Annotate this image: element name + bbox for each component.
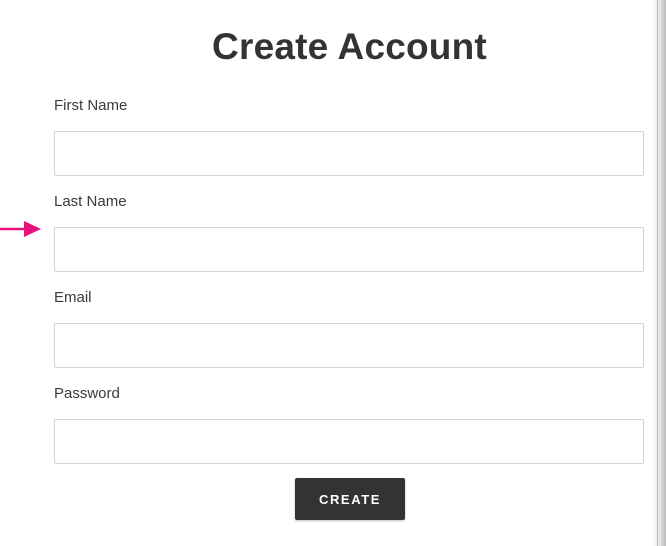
pointer-arrow-icon xyxy=(0,221,41,237)
page-edge-line xyxy=(657,0,658,546)
email-input[interactable] xyxy=(54,323,644,368)
first-name-label: First Name xyxy=(54,97,128,114)
email-label: Email xyxy=(54,289,92,306)
password-input[interactable] xyxy=(54,419,644,464)
password-label: Password xyxy=(54,385,120,402)
create-button[interactable]: CREATE xyxy=(295,478,405,520)
page-title: Create Account xyxy=(212,26,487,67)
first-name-input[interactable] xyxy=(54,131,644,176)
password-field: Password xyxy=(54,384,645,464)
last-name-field: Last Name xyxy=(54,192,645,272)
last-name-label: Last Name xyxy=(54,193,127,210)
first-name-field: First Name xyxy=(54,96,645,176)
page-edge-shadow xyxy=(652,0,666,546)
email-field: Email xyxy=(54,288,645,368)
last-name-input[interactable] xyxy=(54,227,644,272)
